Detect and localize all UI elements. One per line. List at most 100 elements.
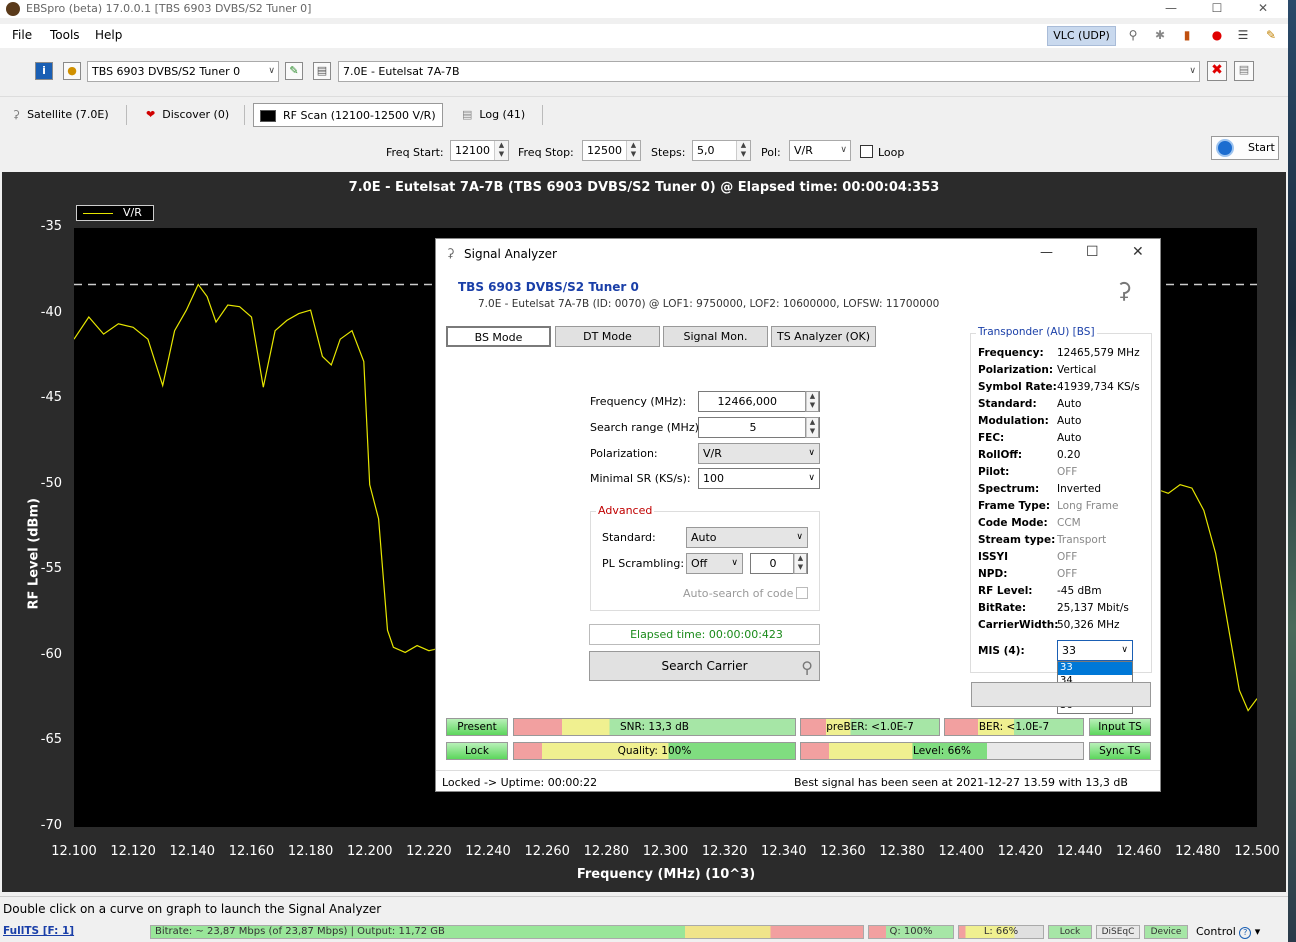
x-tick-label: 12.440 xyxy=(1056,844,1103,859)
tp-key: Standard: xyxy=(978,398,1037,410)
tp-key: RF Level: xyxy=(978,585,1033,597)
app-icon xyxy=(6,2,20,16)
legend-label: V/R xyxy=(123,206,142,219)
start-button[interactable]: Start xyxy=(1211,136,1279,160)
tp-key: Code Mode: xyxy=(978,517,1048,529)
tp-value: 25,137 Mbit/s xyxy=(1057,602,1129,614)
title-bar: EBSpro (beta) 17.0.0.1 [TBS 6903 DVBS/S2… xyxy=(0,0,1288,18)
tp-key: ISSYI xyxy=(978,551,1009,563)
tp-value: CCM xyxy=(1057,517,1081,529)
dialog-close-button[interactable]: ✕ xyxy=(1132,244,1144,260)
x-tick-label: 12.240 xyxy=(465,844,511,859)
list-icon[interactable]: ☰ xyxy=(1236,28,1250,42)
tab-discover[interactable]: ❤ Discover (0) xyxy=(146,103,229,127)
signal-mon-button[interactable]: Signal Mon. xyxy=(663,326,768,347)
mis-select[interactable]: 33 ∨ xyxy=(1057,640,1133,661)
x-tick-label: 12.180 xyxy=(287,844,334,859)
dialog-maximize-button[interactable]: ☐ xyxy=(1086,244,1099,260)
advanced-label: Advanced xyxy=(596,504,655,517)
x-tick-label: 12.320 xyxy=(701,844,748,859)
tp-value: Auto xyxy=(1057,415,1082,427)
mis-label: MIS (4): xyxy=(978,645,1025,657)
record-icon[interactable]: ● xyxy=(1210,28,1224,42)
steps-input[interactable]: 5,0 ▲ ▼ xyxy=(692,140,751,161)
frequency-label: Frequency (MHz): xyxy=(590,395,687,408)
apply-button[interactable] xyxy=(971,682,1151,707)
tp-value: 41939,734 KS/s xyxy=(1057,381,1140,393)
new-icon[interactable]: ✎ xyxy=(285,62,303,80)
tp-key: Stream type: xyxy=(978,534,1056,546)
minimal-sr-select[interactable]: 100 ∨ xyxy=(698,468,820,489)
properties-icon[interactable]: ▤ xyxy=(313,62,331,80)
tp-key: NPD: xyxy=(978,568,1008,580)
save-icon[interactable]: ▤ xyxy=(1234,61,1254,81)
loop-checkbox[interactable] xyxy=(860,145,873,158)
x-tick-label: 12.380 xyxy=(879,844,925,859)
menu-help[interactable]: Help xyxy=(95,28,122,42)
freq-stop-input[interactable]: 12500 ▲ ▼ xyxy=(582,140,641,161)
dialog-minimize-button[interactable]: — xyxy=(1040,245,1053,260)
pol-select[interactable]: V/R ∨ xyxy=(789,140,851,161)
satellite-select[interactable]: 7.0E - Eutelsat 7A-7B ∨ xyxy=(338,61,1200,82)
delete-icon[interactable]: ✖ xyxy=(1207,61,1227,81)
satellite-info: 7.0E - Eutelsat 7A-7B (ID: 0070) @ LOF1:… xyxy=(478,298,940,310)
tuner-select[interactable]: TBS 6903 DVBS/S2 Tuner 0 ∨ xyxy=(87,61,279,82)
window-title: EBSpro (beta) 17.0.0.1 [TBS 6903 DVBS/S2… xyxy=(26,2,312,15)
lock-icon[interactable]: ● xyxy=(63,62,81,80)
maximize-button[interactable]: ☐ xyxy=(1194,0,1240,18)
freq-start-input[interactable]: 12100 ▲ ▼ xyxy=(450,140,509,161)
standard-select[interactable]: Auto ∨ xyxy=(686,527,808,548)
desktop-edge xyxy=(1288,0,1296,942)
control-menu[interactable]: Control ? ▾ xyxy=(1196,925,1260,939)
satellite-icon[interactable]: ✱ xyxy=(1153,28,1167,42)
y-axis-label: RF Level (dBm) xyxy=(26,498,42,610)
tp-key: CarrierWidth: xyxy=(978,619,1059,631)
auto-search-checkbox[interactable] xyxy=(796,587,808,599)
ts-analyzer-button[interactable]: TS Analyzer (OK) xyxy=(771,326,876,347)
tp-key: Spectrum: xyxy=(978,483,1040,495)
dt-mode-button[interactable]: DT Mode xyxy=(555,326,660,347)
uptime-status: Locked -> Uptime: 00:00:22 xyxy=(442,776,598,789)
fullts-link[interactable]: FullTS [F: 1] xyxy=(3,925,74,937)
chart-icon[interactable]: ▮ xyxy=(1180,28,1194,42)
tab-log[interactable]: ▤ Log (41) xyxy=(462,103,525,127)
menu-tools[interactable]: Tools xyxy=(50,28,80,42)
elapsed-time: Elapsed time: 00:00:00:423 xyxy=(589,624,820,645)
info-icon[interactable]: i xyxy=(35,62,53,80)
menu-file[interactable]: File xyxy=(12,28,32,42)
pl-code-input[interactable]: 0 ▲ ▼ xyxy=(750,553,808,574)
tab-rf-scan[interactable]: RF Scan (12100-12500 V/R) xyxy=(253,103,443,127)
hint-text: Double click on a curve on graph to laun… xyxy=(3,902,382,916)
log-icon: ▤ xyxy=(462,108,473,121)
tp-key: Pilot: xyxy=(978,466,1010,478)
level-bar: Level: 66% xyxy=(800,742,1084,760)
tp-key: BitRate: xyxy=(978,602,1027,614)
magnifier-icon: ⚲ xyxy=(801,658,813,677)
dialog-title: Signal Analyzer xyxy=(464,247,557,261)
y-tick-label: -35 xyxy=(40,219,62,234)
y-tick-label: -50 xyxy=(40,475,62,491)
tab-divider xyxy=(244,105,245,125)
pl-scrambling-select[interactable]: Off ∨ xyxy=(686,553,743,574)
frequency-input[interactable]: 12466,000 ▲ ▼ xyxy=(698,391,820,412)
close-button[interactable]: ✕ xyxy=(1240,0,1286,18)
search-carrier-button[interactable]: Search Carrier ⚲ xyxy=(589,651,820,681)
x-tick-label: 12.360 xyxy=(820,844,866,859)
pl-scrambling-label: PL Scrambling: xyxy=(602,557,685,570)
tab-satellite[interactable]: ⚳ Satellite (7.0E) xyxy=(12,103,109,127)
minimize-button[interactable]: — xyxy=(1148,0,1194,18)
search-icon[interactable]: ⚲ xyxy=(1126,28,1140,42)
tp-key: Frequency: xyxy=(978,347,1044,359)
x-tick-label: 12.260 xyxy=(524,844,570,859)
y-tick-label: -45 xyxy=(40,390,62,406)
mis-option[interactable]: 33 xyxy=(1058,662,1132,675)
search-range-input[interactable]: 5 ▲ ▼ xyxy=(698,417,820,438)
present-indicator: Present xyxy=(446,718,508,736)
dish-icon: ⚳ xyxy=(1116,279,1133,304)
quality-bar: Quality: 100% xyxy=(513,742,796,760)
tools-icon[interactable]: ✎ xyxy=(1264,28,1278,42)
x-tick-label: 12.420 xyxy=(997,844,1044,859)
vlc-udp-button[interactable]: VLC (UDP) xyxy=(1047,26,1116,46)
bs-mode-button[interactable]: BS Mode xyxy=(446,326,551,347)
polarization-select[interactable]: V/R ∨ xyxy=(698,443,820,464)
